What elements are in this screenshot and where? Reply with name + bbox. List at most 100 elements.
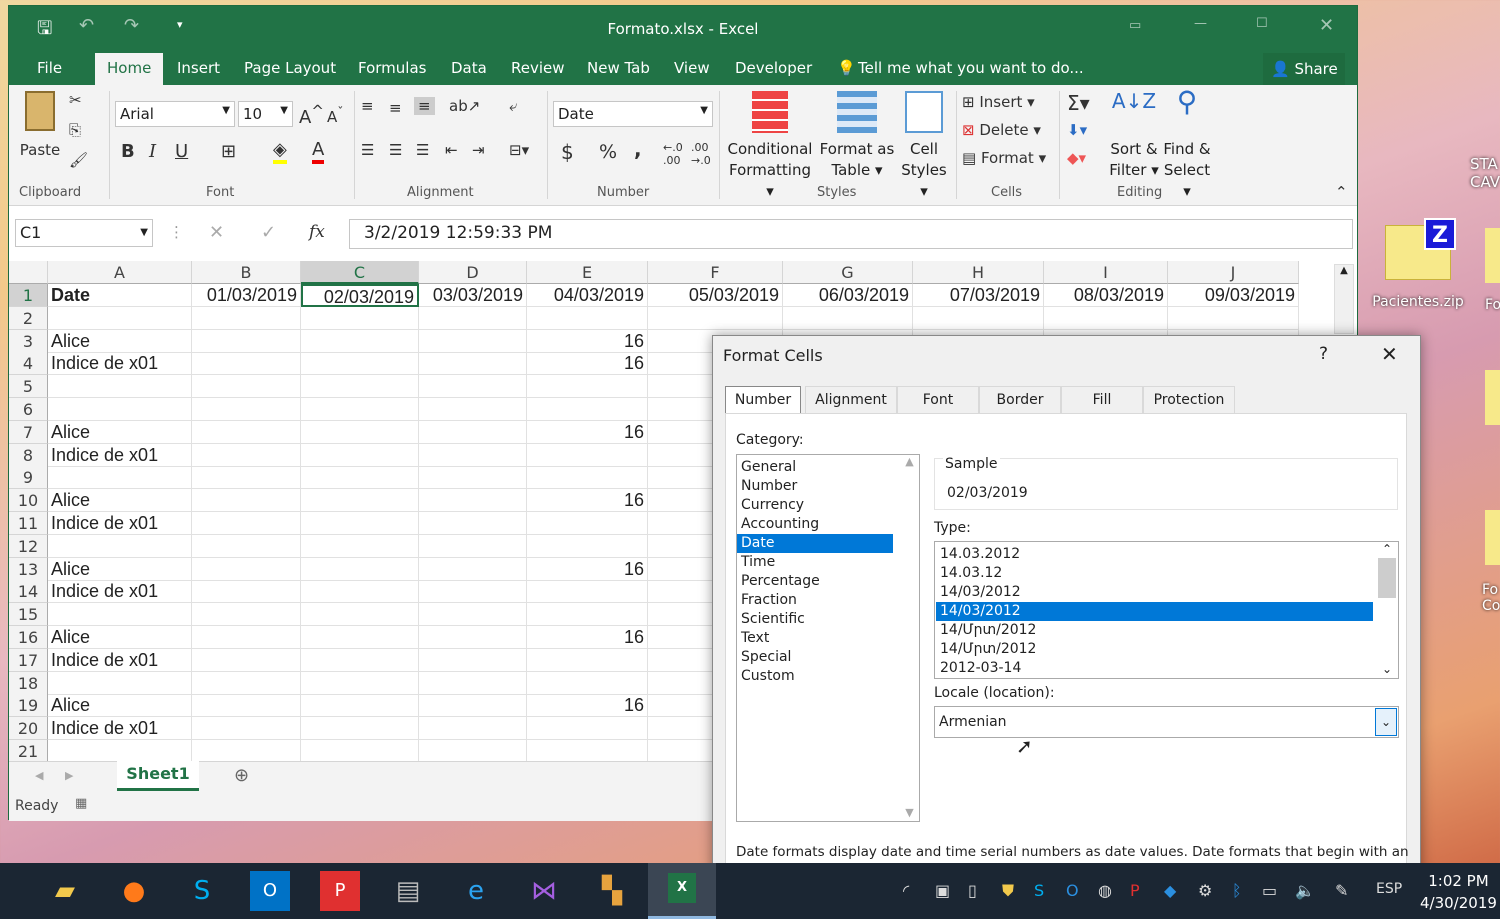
cell[interactable] [48,671,192,695]
row-header[interactable]: 10 [9,489,48,513]
cell[interactable] [48,398,192,421]
align-top-icon[interactable]: ≡ [361,97,374,115]
borders-icon[interactable]: ⊞ [221,141,236,162]
chevron-down-icon[interactable]: ⌄ [1375,708,1397,736]
cell[interactable]: 16 [527,626,648,649]
type-item[interactable]: 14/03/2012 [936,583,1373,602]
category-item[interactable]: Fraction [737,591,893,610]
row-header[interactable]: 4 [9,352,48,376]
cell[interactable] [527,671,648,695]
align-bottom-icon[interactable]: ≡ [414,97,435,115]
category-item[interactable]: Custom [737,667,893,686]
cell[interactable] [301,694,419,718]
category-item[interactable]: Accounting [737,515,893,534]
row-header[interactable]: 8 [9,443,48,467]
font-color-icon[interactable]: A [312,139,325,164]
conditional-formatting-button[interactable]: Conditional Formatting ▾ [725,91,815,202]
column-header-B[interactable]: B [192,261,301,284]
increase-indent-icon[interactable]: ⇥ [472,141,485,159]
cell[interactable]: 08/03/2019 [1044,284,1168,307]
cell[interactable]: Alice [48,626,192,649]
align-center-icon[interactable]: ☰ [389,141,402,159]
cell[interactable] [527,466,648,490]
cell[interactable] [301,648,419,672]
cell[interactable]: 16 [527,557,648,581]
app-icon[interactable]: ▚ [592,871,632,911]
outlook-icon[interactable]: O [250,871,290,911]
cell[interactable] [192,512,301,535]
scroll-right-icon[interactable]: ▶ [65,769,73,782]
tab-insert[interactable]: Insert [177,59,220,77]
cell[interactable] [192,489,301,513]
cell[interactable]: 05/03/2019 [648,284,783,307]
cell[interactable] [527,306,648,330]
visual-studio-icon[interactable]: ⋈ [524,871,564,911]
cell[interactable] [419,740,527,761]
select-all-corner[interactable] [9,261,48,284]
tablet-icon[interactable]: ▯ [968,881,977,900]
cell[interactable] [192,557,301,581]
row-header[interactable]: 15 [9,603,48,627]
clock[interactable]: 1:02 PM 4/30/2019 [1420,870,1497,914]
cell[interactable] [419,648,527,672]
insert-cells-button[interactable]: ⊞ Insert ▾ [962,93,1035,111]
orientation-icon[interactable]: ab↗ [449,97,480,115]
cell[interactable] [48,603,192,627]
cell[interactable] [192,580,301,604]
currency-button[interactable]: $ [561,140,574,164]
desktop-icon-fo[interactable]: Fo [1485,228,1500,313]
tell-me-input[interactable]: Tell me what you want to do... [858,59,1084,77]
cell[interactable] [419,671,527,695]
file-explorer-icon[interactable]: ▰ [45,871,85,911]
delete-cells-button[interactable]: ⊠ Delete ▾ [962,121,1041,139]
cell[interactable] [192,398,301,421]
formula-input[interactable]: 3/2/2019 12:59:33 PM [349,219,1353,249]
cell[interactable] [301,740,419,761]
column-header-G[interactable]: G [783,261,913,284]
cell[interactable] [419,306,527,330]
cell[interactable] [48,534,192,558]
cell[interactable]: 03/03/2019 [419,284,527,307]
cell[interactable] [192,671,301,695]
cell[interactable] [1044,306,1168,330]
cell[interactable] [301,306,419,330]
cell[interactable] [419,626,527,649]
cell[interactable]: Alice [48,489,192,513]
excel-taskbar-button[interactable]: X [648,863,716,919]
cell[interactable] [527,580,648,604]
cell[interactable] [419,717,527,741]
row-header[interactable]: 14 [9,580,48,604]
dialog-tab-border[interactable]: Border [979,386,1061,413]
desktop-icon-label[interactable]: STA CAV [1470,155,1500,191]
language-indicator[interactable]: ESP [1376,881,1402,897]
globe-icon[interactable]: ◍ [1098,881,1112,900]
cell[interactable] [419,580,527,604]
cell[interactable] [192,694,301,718]
maximize-icon[interactable]: ☐ [1256,16,1268,31]
cell[interactable]: 16 [527,694,648,718]
cancel-icon[interactable]: ✕ [209,222,224,243]
cell[interactable]: 16 [527,329,648,353]
sort-filter-button[interactable]: A↓Z Sort & Filter ▾ [1109,91,1159,181]
cell[interactable]: Indice de x01 [48,580,192,604]
cell[interactable] [527,512,648,535]
locale-select[interactable]: Armenian ⌄ [934,706,1399,738]
row-header[interactable]: 17 [9,648,48,672]
font-name-select[interactable]: Arial ▼ [115,101,235,127]
cell[interactable] [301,352,419,376]
cell[interactable]: 16 [527,489,648,513]
cell[interactable] [527,740,648,761]
type-item[interactable]: 14.03.2012 [936,545,1373,564]
fill-icon[interactable]: ⬇▾ [1067,121,1087,139]
cell[interactable] [192,352,301,376]
share-button[interactable]: 👤 Share [1263,53,1345,85]
cell[interactable] [48,466,192,490]
cell[interactable] [419,352,527,376]
category-item[interactable]: Text [737,629,893,648]
cell[interactable]: Alice [48,694,192,718]
cell[interactable] [192,466,301,490]
category-item[interactable]: Special [737,648,893,667]
cell[interactable] [783,306,913,330]
cell[interactable] [192,375,301,399]
cell[interactable] [301,512,419,535]
